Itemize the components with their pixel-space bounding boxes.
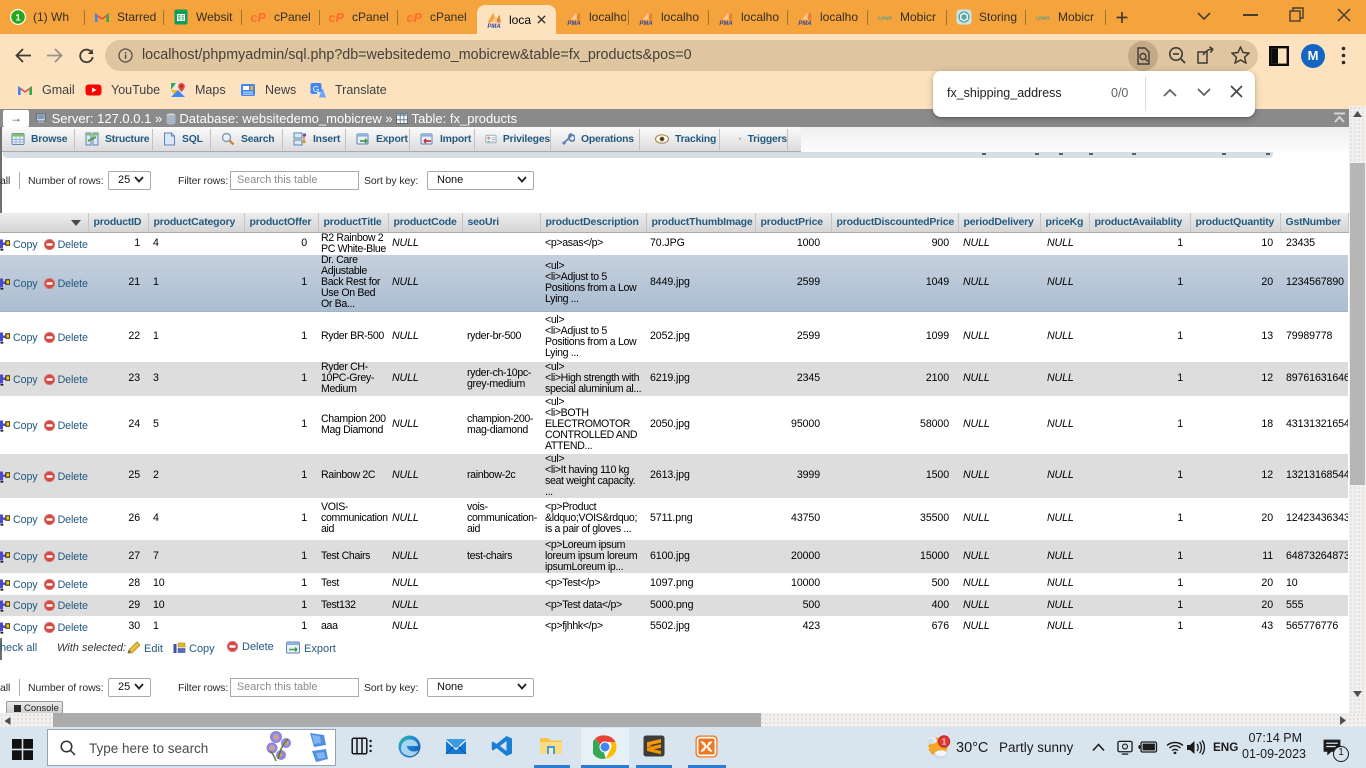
svg-text:PMA: PMA <box>487 24 500 28</box>
svg-text:PMA: PMA <box>567 21 580 25</box>
svg-text:PMA: PMA <box>798 21 811 25</box>
svg-text:PMA: PMA <box>719 21 732 25</box>
svg-text:1: 1 <box>15 13 21 24</box>
svg-text:LOGO: LOGO <box>1036 16 1050 21</box>
svg-text:cP: cP <box>329 11 344 25</box>
svg-text:cP: cP <box>407 11 422 25</box>
svg-text:1: 1 <box>942 737 947 747</box>
svg-text:PMA: PMA <box>639 21 652 25</box>
svg-text:cP: cP <box>251 11 266 25</box>
svg-text:LOGO: LOGO <box>878 16 892 21</box>
